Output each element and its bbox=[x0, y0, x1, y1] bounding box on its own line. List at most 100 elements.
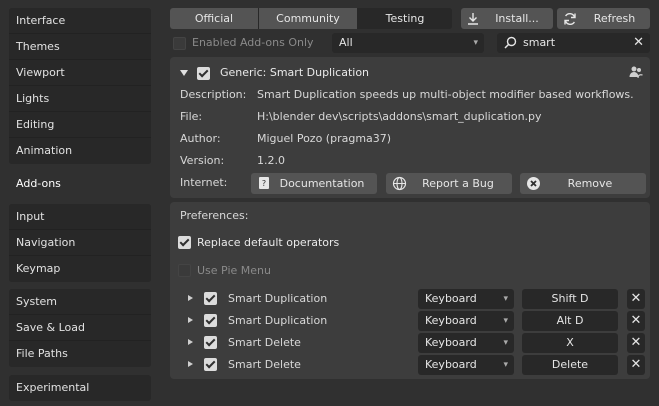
chevron-down-icon: ▾ bbox=[473, 38, 478, 48]
search-value: smart bbox=[523, 36, 556, 49]
keymap-device-value: Keyboard bbox=[425, 336, 477, 349]
sidebar-item-file-paths[interactable]: File Paths bbox=[9, 341, 151, 367]
file-key: File: bbox=[180, 110, 203, 123]
download-icon bbox=[467, 8, 479, 29]
keymap-row-name: Smart Delete bbox=[228, 336, 301, 349]
keymap-device-dropdown[interactable]: Keyboard ▾ bbox=[418, 289, 514, 309]
keymap-device-value: Keyboard bbox=[425, 292, 477, 305]
keymap-row-name: Smart Delete bbox=[228, 358, 301, 371]
addons-main-area: Official Community Testing Install... Re… bbox=[161, 0, 659, 406]
author-value: Miguel Pozo (pragma37) bbox=[257, 132, 392, 145]
file-value: H:\blender dev\scripts\addons\smart_dupl… bbox=[257, 110, 542, 123]
documentation-label: Documentation bbox=[279, 177, 365, 190]
expand-keymap-icon[interactable] bbox=[188, 317, 193, 323]
sidebar-item-editing[interactable]: Editing bbox=[9, 112, 151, 138]
expand-keymap-icon[interactable] bbox=[188, 339, 193, 345]
search-icon bbox=[504, 36, 517, 56]
version-key: Version: bbox=[180, 154, 225, 167]
expand-keymap-icon[interactable] bbox=[188, 361, 193, 367]
sidebar-item-save-load[interactable]: Save & Load bbox=[9, 315, 151, 341]
globe-icon bbox=[392, 176, 407, 194]
keymap-key-button[interactable]: Delete bbox=[522, 355, 618, 375]
keymap-remove-icon[interactable]: ✕ bbox=[627, 333, 645, 353]
chevron-down-icon: ▾ bbox=[503, 294, 508, 304]
keymap-device-dropdown[interactable]: Keyboard ▾ bbox=[418, 333, 514, 353]
tab-community[interactable]: Community bbox=[259, 8, 357, 29]
pie-menu-label: Use Pie Menu bbox=[197, 264, 271, 277]
install-button[interactable]: Install... bbox=[461, 8, 553, 29]
description-value: Smart Duplication speeds up multi-object… bbox=[257, 88, 634, 101]
sidebar-item-lights[interactable]: Lights bbox=[9, 86, 151, 112]
refresh-button[interactable]: Refresh bbox=[557, 8, 650, 29]
author-key: Author: bbox=[180, 132, 221, 145]
keymap-remove-icon[interactable]: ✕ bbox=[627, 311, 645, 331]
remove-label: Remove bbox=[567, 177, 613, 190]
keymap-row-name: Smart Duplication bbox=[228, 292, 328, 305]
sidebar-item-themes[interactable]: Themes bbox=[9, 34, 151, 60]
sidebar-group-general: Interface Themes Viewport Lights Editing… bbox=[9, 8, 151, 164]
preferences-heading: Preferences: bbox=[180, 209, 249, 222]
expand-keymap-icon[interactable] bbox=[188, 295, 193, 301]
sidebar-item-animation[interactable]: Animation bbox=[9, 138, 151, 164]
chevron-down-icon: ▾ bbox=[503, 360, 508, 370]
keymap-row-checkbox[interactable] bbox=[204, 314, 217, 327]
sidebar-item-interface[interactable]: Interface bbox=[9, 8, 151, 34]
enabled-only-label: Enabled Add-ons Only bbox=[192, 36, 314, 49]
version-value: 1.2.0 bbox=[257, 154, 285, 167]
keymap-key-button[interactable]: Shift D bbox=[522, 289, 618, 309]
replace-default-checkbox[interactable] bbox=[178, 236, 191, 249]
replace-default-label: Replace default operators bbox=[197, 236, 340, 249]
pie-menu-checkbox[interactable] bbox=[178, 264, 191, 277]
category-dropdown[interactable]: All ▾ bbox=[332, 33, 484, 53]
report-bug-button[interactable]: Report a Bug bbox=[386, 173, 512, 194]
keymap-row-checkbox[interactable] bbox=[204, 292, 217, 305]
sidebar-item-system[interactable]: System bbox=[9, 289, 151, 315]
keymap-device-dropdown[interactable]: Keyboard ▾ bbox=[418, 355, 514, 375]
keymap-row-name: Smart Duplication bbox=[228, 314, 328, 327]
sidebar-group-input: Input Navigation Keymap bbox=[9, 204, 151, 282]
sidebar-item-viewport[interactable]: Viewport bbox=[9, 60, 151, 86]
preferences-sidebar: Interface Themes Viewport Lights Editing… bbox=[0, 0, 161, 406]
keymap-remove-icon[interactable]: ✕ bbox=[627, 289, 645, 309]
preferences-panel: Preferences: Replace default operators U… bbox=[170, 202, 650, 379]
help-book-icon: ? bbox=[258, 176, 270, 194]
enabled-only-checkbox[interactable] bbox=[173, 37, 186, 50]
sidebar-item-keymap[interactable]: Keymap bbox=[9, 256, 151, 282]
svg-text:?: ? bbox=[262, 179, 266, 188]
keymap-key-button[interactable]: X bbox=[522, 333, 618, 353]
keymap-remove-icon[interactable]: ✕ bbox=[627, 355, 645, 375]
users-icon bbox=[629, 65, 643, 82]
sidebar-group-system: System Save & Load File Paths bbox=[9, 289, 151, 367]
refresh-label: Refresh bbox=[593, 12, 636, 25]
chevron-down-icon: ▾ bbox=[503, 316, 508, 326]
expand-addon-icon[interactable] bbox=[180, 70, 188, 76]
keymap-device-value: Keyboard bbox=[425, 358, 477, 371]
description-key: Description: bbox=[180, 88, 247, 101]
addon-enabled-checkbox[interactable] bbox=[197, 67, 210, 80]
report-bug-label: Report a Bug bbox=[422, 177, 494, 190]
keymap-device-dropdown[interactable]: Keyboard ▾ bbox=[418, 311, 514, 331]
addon-panel: Generic: Smart Duplication Description: … bbox=[170, 57, 650, 198]
category-value: All bbox=[339, 36, 353, 49]
sidebar-item-experimental[interactable]: Experimental bbox=[9, 375, 151, 401]
clear-search-icon[interactable]: ✕ bbox=[633, 33, 644, 53]
refresh-icon bbox=[563, 8, 577, 29]
keymap-row-checkbox[interactable] bbox=[204, 336, 217, 349]
keymap-key-button[interactable]: Alt D bbox=[522, 311, 618, 331]
remove-button[interactable]: Remove bbox=[520, 173, 646, 194]
sidebar-item-addons[interactable]: Add-ons bbox=[9, 171, 151, 196]
keymap-device-value: Keyboard bbox=[425, 314, 477, 327]
tab-official[interactable]: Official bbox=[170, 8, 258, 29]
chevron-down-icon: ▾ bbox=[503, 338, 508, 348]
search-input[interactable]: smart ✕ bbox=[497, 33, 650, 53]
tab-testing[interactable]: Testing bbox=[358, 8, 452, 29]
internet-key: Internet: bbox=[180, 176, 228, 189]
documentation-button[interactable]: ? Documentation bbox=[251, 173, 377, 194]
addon-title: Generic: Smart Duplication bbox=[220, 66, 370, 79]
keymap-row-checkbox[interactable] bbox=[204, 358, 217, 371]
sidebar-group-experimental: Experimental bbox=[9, 375, 151, 401]
sidebar-item-input[interactable]: Input bbox=[9, 204, 151, 230]
sidebar-item-navigation[interactable]: Navigation bbox=[9, 230, 151, 256]
remove-icon bbox=[526, 176, 541, 194]
install-label: Install... bbox=[495, 12, 539, 25]
